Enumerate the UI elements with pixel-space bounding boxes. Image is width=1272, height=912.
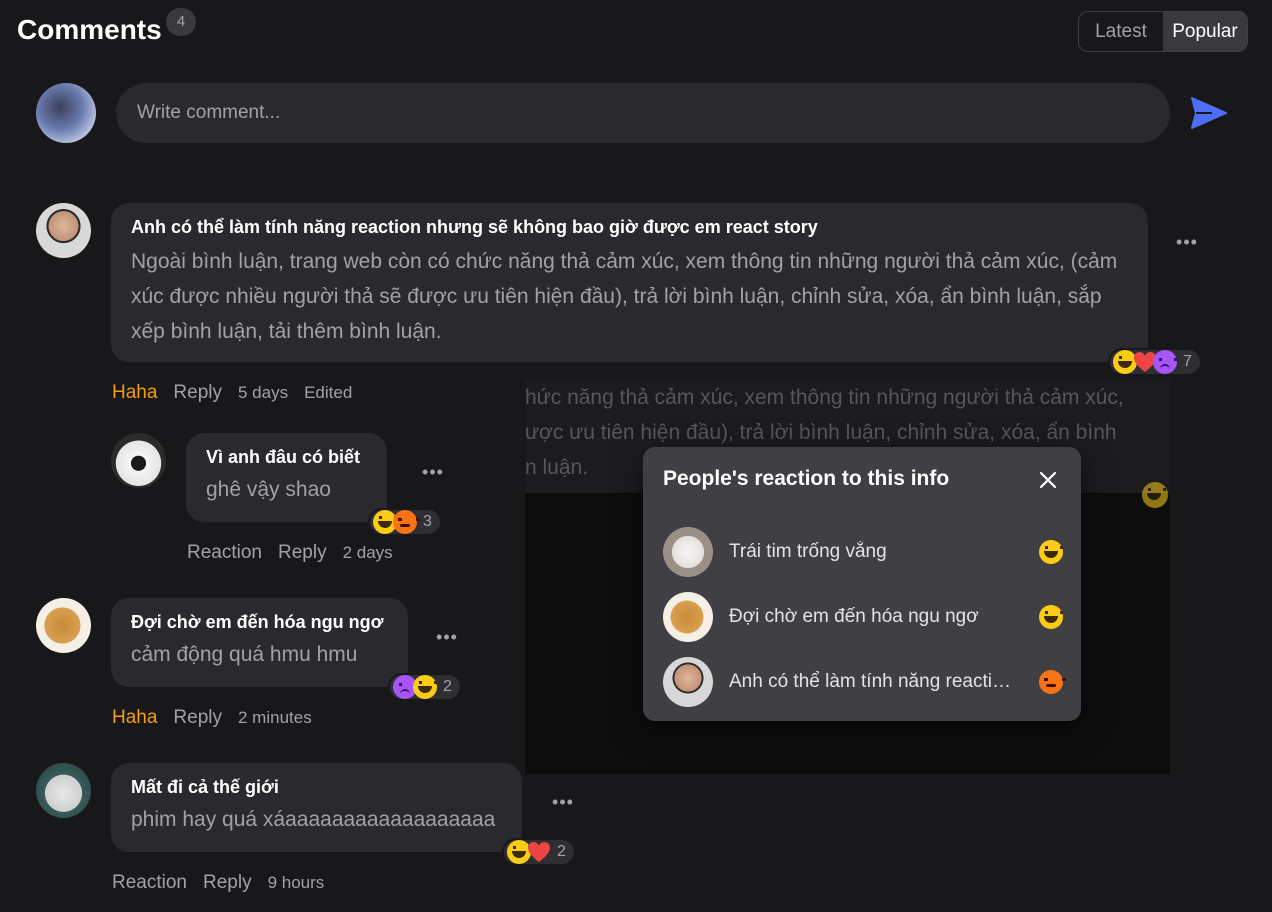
- comment-author[interactable]: Vì anh đâu có biết: [206, 447, 367, 468]
- user-avatar: [663, 592, 713, 642]
- reaction-summary[interactable]: 7: [1108, 348, 1202, 376]
- comment-input[interactable]: Write comment...: [116, 83, 1170, 143]
- comment-author[interactable]: Mất đi cả thế giới: [131, 777, 502, 798]
- reaction-user-row[interactable]: Trái tim trống vắng: [663, 526, 1063, 578]
- user-avatar: [663, 527, 713, 577]
- user-avatar: [663, 657, 713, 707]
- angry-icon: [1039, 670, 1066, 694]
- current-user-avatar: [36, 83, 96, 143]
- reply-button[interactable]: Reply: [173, 707, 222, 729]
- page-title: Comments: [17, 14, 162, 45]
- sort-popular-button[interactable]: Popular: [1163, 12, 1247, 51]
- edited-label: Edited: [304, 383, 353, 402]
- more-options-icon[interactable]: •••: [432, 627, 462, 648]
- reaction-count: 3: [423, 513, 432, 530]
- reply-button[interactable]: Reply: [278, 542, 327, 564]
- more-options-icon[interactable]: •••: [1172, 232, 1202, 253]
- comment-avatar[interactable]: [36, 598, 91, 653]
- reaction-button[interactable]: Reaction: [187, 542, 262, 564]
- sad-icon: [1153, 350, 1177, 374]
- comment-time: 2 minutes: [238, 708, 312, 727]
- reaction-button[interactable]: Haha: [112, 382, 157, 404]
- reply-button[interactable]: Reply: [173, 382, 222, 404]
- sort-latest-button[interactable]: Latest: [1079, 12, 1163, 51]
- comment-author[interactable]: Anh có thể làm tính năng reaction nhưng …: [131, 217, 1128, 238]
- reaction-count: 7: [1183, 353, 1192, 370]
- background-reaction: [1142, 482, 1170, 508]
- reaction-user-row[interactable]: Anh có thể làm tính năng reaction nhưng …: [663, 656, 1066, 708]
- background-line: hức năng thả cảm xúc, xem thông tin nhữn…: [525, 386, 1124, 409]
- reaction-button[interactable]: Reaction: [112, 872, 187, 894]
- comment-bubble: Đợi chờ em đến hóa ngu ngơ cảm động quá …: [111, 598, 408, 687]
- comment-bubble: Vì anh đâu có biết ghê vậy shao: [186, 433, 387, 522]
- more-options-icon[interactable]: •••: [418, 462, 448, 483]
- sort-toggle: Latest Popular: [1078, 11, 1248, 52]
- heart-icon: [527, 840, 551, 864]
- send-icon[interactable]: [1190, 96, 1228, 130]
- comment-bubble: Anh có thể làm tính năng reaction nhưng …: [111, 203, 1148, 362]
- angry-icon: [393, 510, 420, 534]
- comment-actions: Reaction Reply 2 days: [187, 542, 393, 564]
- comment-avatar[interactable]: [36, 763, 91, 818]
- background-line: ược ưu tiên hiện đầu), trả lời bình luận…: [525, 421, 1117, 444]
- comment-count-badge: 4: [166, 8, 196, 36]
- reaction-button[interactable]: Haha: [112, 707, 157, 729]
- reaction-count: 2: [443, 678, 452, 695]
- comment-actions: Reaction Reply 9 hours: [112, 872, 324, 894]
- comment-bubble: Mất đi cả thế giới phim hay quá xáaaaaaa…: [111, 763, 522, 852]
- reaction-count: 2: [557, 843, 566, 860]
- more-options-icon[interactable]: •••: [548, 792, 578, 813]
- comment-time: 2 days: [342, 543, 393, 562]
- user-name: Anh có thể làm tính năng reaction nhưng …: [729, 671, 1019, 692]
- user-name: Đợi chờ em đến hóa ngu ngơ: [729, 606, 979, 627]
- comment-actions: Haha Reply 2 minutes: [112, 707, 312, 729]
- reactions-modal: People's reaction to this info Trái tim …: [643, 447, 1081, 721]
- user-name: Trái tim trống vắng: [729, 541, 887, 562]
- comment-actions: Haha Reply 5 days Edited: [112, 382, 352, 404]
- comment-text: ghê vậy shao: [206, 478, 331, 501]
- comment-text: Ngoài bình luận, trang web còn có chức n…: [131, 250, 1118, 343]
- comment-author[interactable]: Đợi chờ em đến hóa ngu ngơ: [131, 612, 388, 633]
- comment-time: 9 hours: [267, 873, 325, 892]
- comment-input-placeholder: Write comment...: [137, 102, 281, 123]
- modal-title: People's reaction to this info: [663, 467, 950, 490]
- comment-time: 5 days: [238, 383, 289, 402]
- reaction-user-row[interactable]: Đợi chờ em đến hóa ngu ngơ: [663, 591, 1063, 643]
- haha-icon: [1039, 540, 1063, 564]
- comment-text: phim hay quá xáaaaaaaaaaaaaaaaaaa: [131, 808, 496, 831]
- close-icon[interactable]: [1035, 467, 1061, 493]
- reaction-summary[interactable]: 2: [502, 838, 576, 866]
- reaction-summary[interactable]: 2: [388, 673, 462, 701]
- haha-icon: [413, 675, 437, 699]
- haha-icon: [1039, 605, 1063, 629]
- reply-button[interactable]: Reply: [203, 872, 252, 894]
- reaction-summary[interactable]: 3: [368, 508, 442, 536]
- comment-avatar[interactable]: [36, 203, 91, 258]
- comment-text: cảm động quá hmu hmu: [131, 643, 358, 666]
- comment-avatar[interactable]: [111, 433, 166, 488]
